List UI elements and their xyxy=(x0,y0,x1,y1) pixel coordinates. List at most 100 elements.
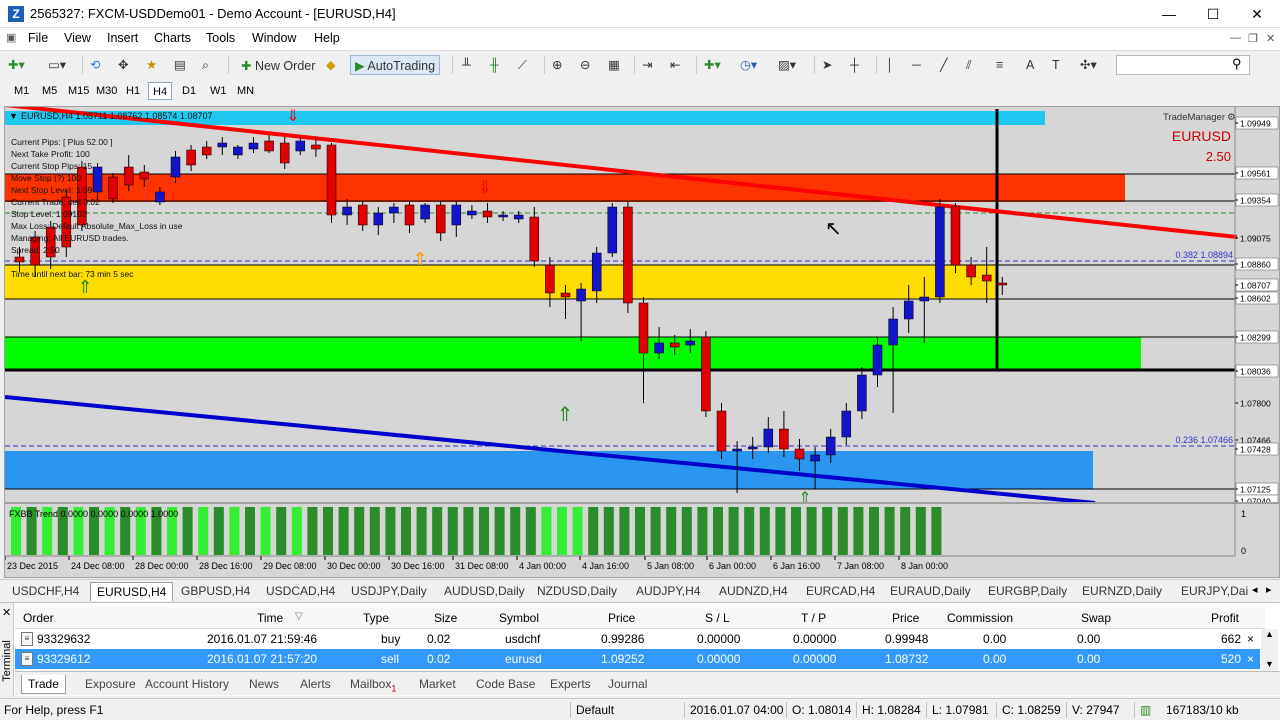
text-label-icon[interactable]: T xyxy=(1052,55,1060,75)
search-icon[interactable]: ⚲ xyxy=(1232,56,1242,72)
zoom-out-icon[interactable]: ⊖ xyxy=(580,55,590,75)
col-profit[interactable]: Profit xyxy=(1211,611,1239,625)
candlestick-icon[interactable]: ╫ xyxy=(490,55,499,75)
symbol-tab-gbpusd-h4[interactable]: GBPUSD,H4 xyxy=(175,582,256,601)
col-tp[interactable]: T / P xyxy=(801,611,826,625)
col-symbol[interactable]: Symbol xyxy=(499,611,539,625)
trendline-icon[interactable]: ╱ xyxy=(940,55,948,75)
tf-h1[interactable]: H1 xyxy=(122,82,144,100)
fibonacci-icon[interactable]: ≡ xyxy=(996,55,1003,75)
arrows-icon[interactable]: ✣▾ xyxy=(1080,55,1097,75)
periods-icon[interactable]: ◷▾ xyxy=(740,55,757,75)
tf-m1[interactable]: M1 xyxy=(10,82,33,100)
new-order-button[interactable]: ✚ New Order xyxy=(236,55,320,75)
menu-window[interactable]: Window xyxy=(252,31,296,45)
col-order[interactable]: Order xyxy=(23,611,54,625)
order-row[interactable]: ≡ 93329612 2016.01.07 21:57:20 sell 0.02 euru… xyxy=(15,649,1260,669)
symbol-tab-usdcad-h4[interactable]: USDCAD,H4 xyxy=(260,582,341,601)
col-type[interactable]: Type xyxy=(363,611,389,625)
col-size[interactable]: Size xyxy=(434,611,457,625)
tab-journal[interactable]: Journal xyxy=(602,675,653,694)
minimize-button[interactable]: — xyxy=(1146,0,1192,28)
orders-scrollbar[interactable]: ▲ ▼ xyxy=(1261,629,1278,671)
symbol-tab-usdjpy-daily[interactable]: USDJPY,Daily xyxy=(345,582,433,601)
templates-icon[interactable]: ▨▾ xyxy=(778,55,796,75)
autoscroll-icon[interactable]: ⇤ xyxy=(670,55,680,75)
mdi-minimize-button[interactable]: — xyxy=(1230,32,1241,44)
crosshair-move-icon[interactable]: ✥ xyxy=(118,55,128,75)
col-time[interactable]: Time xyxy=(257,611,283,625)
scroll-down-icon[interactable]: ▼ xyxy=(1265,659,1274,669)
tf-w1[interactable]: W1 xyxy=(206,82,231,100)
maximize-button[interactable]: ☐ xyxy=(1190,0,1236,28)
chart-shift-icon[interactable]: ⇥ xyxy=(642,55,652,75)
tab-trade[interactable]: Trade xyxy=(21,675,66,694)
menu-insert[interactable]: Insert xyxy=(107,31,138,45)
market-watch-icon[interactable]: ⟲ xyxy=(90,55,100,75)
profiles-icon[interactable]: ▭▾ xyxy=(48,55,66,75)
autotrading-button[interactable]: ▶ AutoTrading xyxy=(350,55,441,75)
symbol-tab-eurgbp-daily[interactable]: EURGBP,Daily xyxy=(982,582,1073,601)
mdi-restore-button[interactable]: ❐ xyxy=(1248,32,1258,45)
col-swap[interactable]: Swap xyxy=(1081,611,1111,625)
tf-h4[interactable]: H4 xyxy=(148,82,173,100)
symbol-tab-audjpy-h4[interactable]: AUDJPY,H4 xyxy=(630,582,706,601)
col-sl[interactable]: S / L xyxy=(705,611,730,625)
chart-header-arrow[interactable]: ▼ xyxy=(9,111,18,121)
col-price[interactable]: Price xyxy=(608,611,635,625)
cursor-icon[interactable]: ➤ xyxy=(822,55,832,75)
order-row[interactable]: ≡ 93329632 2016.01.07 21:59:46 buy 0.02 usdch… xyxy=(15,629,1260,649)
symbol-tab-eurcad-h4[interactable]: EURCAD,H4 xyxy=(800,582,881,601)
close-order-icon[interactable]: × xyxy=(1247,652,1254,666)
menu-view[interactable]: View xyxy=(64,31,91,45)
indicators-icon[interactable]: ✚▾ xyxy=(704,55,721,75)
price-chart[interactable]: ⇓ ⇓ ⇑ ⇑ ⇑ ⇑ ▼ EURUSD,H4 1.08711 1.08762 … xyxy=(5,107,1279,577)
tf-m30[interactable]: M30 xyxy=(92,82,121,100)
mdi-close-button[interactable]: ✕ xyxy=(1266,32,1275,45)
navigator-icon[interactable]: ★ xyxy=(146,55,157,75)
search-input[interactable] xyxy=(1116,55,1250,75)
symbol-tab-audnzd-h4[interactable]: AUDNZD,H4 xyxy=(713,582,794,601)
symbol-tab-eurjpy-dai[interactable]: EURJPY,Dai xyxy=(1175,582,1254,601)
symbol-tab-eurusd-h4[interactable]: EURUSD,H4 xyxy=(90,582,174,601)
scroll-up-icon[interactable]: ▲ xyxy=(1265,629,1274,639)
tf-m5[interactable]: M5 xyxy=(38,82,61,100)
tab-code-base[interactable]: Code Base xyxy=(470,675,541,694)
menu-charts[interactable]: Charts xyxy=(154,31,191,45)
col-current-price[interactable]: Price xyxy=(892,611,919,625)
tile-windows-icon[interactable]: ▦ xyxy=(608,55,620,75)
tab-market[interactable]: Market xyxy=(413,675,462,694)
equidistant-channel-icon[interactable]: ⫽ xyxy=(966,55,972,75)
line-chart-icon[interactable]: ⟋ xyxy=(518,55,527,75)
col-commission[interactable]: Commission xyxy=(947,611,1013,625)
tab-account-history[interactable]: Account History xyxy=(139,675,235,694)
text-icon[interactable]: A xyxy=(1026,55,1034,75)
menu-tools[interactable]: Tools xyxy=(206,31,235,45)
metaeditor-icon[interactable]: ◆ xyxy=(326,55,336,75)
tab-news[interactable]: News xyxy=(243,675,285,694)
tf-mn[interactable]: MN xyxy=(233,82,258,100)
tab-alerts[interactable]: Alerts xyxy=(294,675,337,694)
zoom-in-icon[interactable]: ⊕ xyxy=(552,55,562,75)
tab-mailbox[interactable]: Mailbox1 xyxy=(344,675,402,694)
strategy-tester-icon[interactable]: ⌕ xyxy=(202,55,209,75)
horizontal-line-icon[interactable]: ─ xyxy=(912,55,921,75)
menu-file[interactable]: File xyxy=(28,31,48,45)
terminal-close-icon[interactable]: ✕ xyxy=(2,606,11,619)
bar-chart-icon[interactable]: ╨ xyxy=(462,55,471,75)
close-order-icon[interactable]: × xyxy=(1247,632,1254,646)
symbol-tab-audusd-daily[interactable]: AUDUSD,Daily xyxy=(438,582,531,601)
tf-d1[interactable]: D1 xyxy=(178,82,200,100)
chart-system-icon[interactable]: ▣ xyxy=(6,31,16,44)
tf-m15[interactable]: M15 xyxy=(64,82,93,100)
chart-window[interactable]: ⇓ ⇓ ⇑ ⇑ ⇑ ⇑ ▼ EURUSD,H4 1.08711 1.08762 … xyxy=(4,106,1280,578)
symbol-tab-nzdusd-daily[interactable]: NZDUSD,Daily xyxy=(531,582,623,601)
menu-help[interactable]: Help xyxy=(314,31,340,45)
vertical-line-icon[interactable]: │ xyxy=(886,55,894,75)
symbol-tab-usdchf-h4[interactable]: USDCHF,H4 xyxy=(6,582,85,601)
new-chart-icon[interactable]: ✚▾ xyxy=(8,55,25,75)
symbol-tab-euraud-daily[interactable]: EURAUD,Daily xyxy=(884,582,977,601)
crosshair-icon[interactable]: ┼ xyxy=(850,55,859,75)
terminal-icon[interactable]: ▤ xyxy=(174,55,186,75)
tab-exposure[interactable]: Exposure xyxy=(79,675,142,694)
